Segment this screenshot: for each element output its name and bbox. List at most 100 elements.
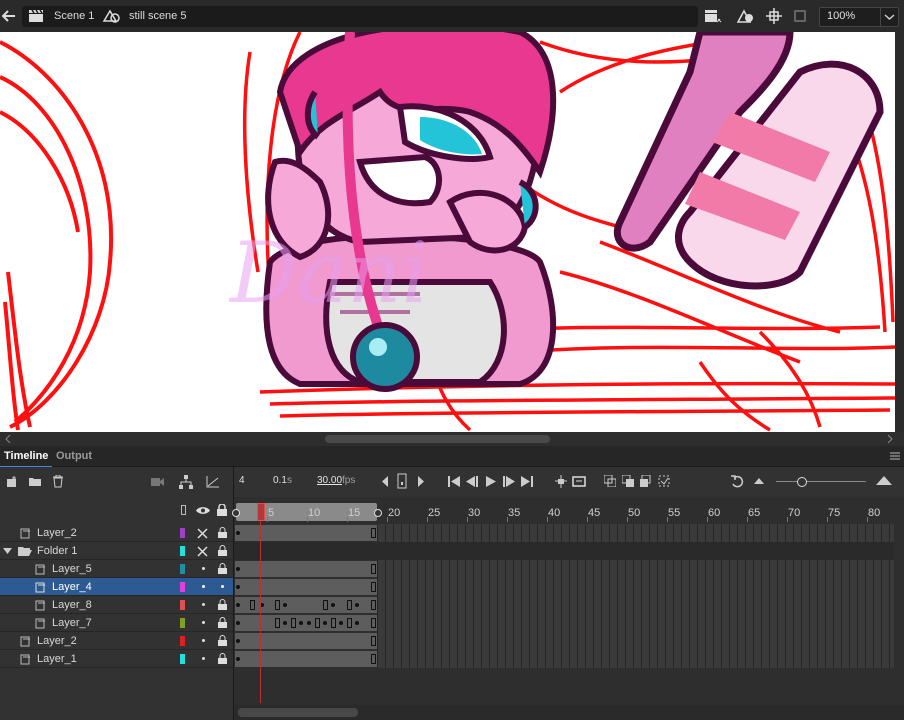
frame-span[interactable]	[235, 561, 377, 577]
layer-row[interactable]: Layer_8	[0, 596, 233, 614]
keyframe[interactable]	[323, 621, 327, 625]
visible-dot-icon[interactable]	[202, 657, 205, 660]
end-frame-marker[interactable]	[371, 600, 376, 610]
new-folder-icon[interactable]	[28, 476, 42, 487]
stage-horizontal-scrollbar[interactable]	[0, 432, 904, 446]
keyframe[interactable]	[355, 603, 359, 607]
layer-row[interactable]: Layer_2	[0, 632, 233, 650]
visible-dot-icon[interactable]	[202, 639, 205, 642]
highlight-layer-icon[interactable]	[181, 505, 186, 515]
playhead-line[interactable]	[260, 503, 261, 703]
center-frame-icon[interactable]	[555, 475, 567, 488]
frame-row[interactable]	[234, 578, 894, 596]
lock-icon[interactable]	[217, 504, 227, 516]
layer-color-swatch[interactable]	[180, 654, 185, 664]
keyframe[interactable]	[339, 621, 343, 625]
unlocked-dot-icon[interactable]	[221, 585, 224, 588]
layer-color-swatch[interactable]	[180, 528, 185, 538]
empty-frames[interactable]	[377, 632, 894, 650]
panel-menu-icon[interactable]	[890, 452, 900, 460]
keyframe[interactable]	[299, 621, 303, 625]
layer-color-swatch[interactable]	[180, 564, 185, 574]
clapperboard-icon[interactable]	[28, 9, 44, 23]
layer-name[interactable]: Layer_1	[37, 653, 77, 665]
frame-marker[interactable]	[347, 618, 352, 628]
frame-marker[interactable]	[315, 618, 320, 628]
layer-color-swatch[interactable]	[180, 636, 185, 646]
layer-color-swatch[interactable]	[180, 600, 185, 610]
onion-skin-icon[interactable]	[604, 475, 616, 487]
keyframe[interactable]	[236, 531, 240, 535]
layer-color-swatch[interactable]	[180, 582, 185, 592]
slider-handle[interactable]	[797, 477, 807, 487]
go-to-last-icon[interactable]	[521, 476, 533, 487]
layer-row[interactable]: Layer_1	[0, 650, 233, 668]
zoom-out-mountain-icon[interactable]	[754, 478, 764, 484]
eye-icon[interactable]	[196, 506, 210, 515]
frame-marker[interactable]	[347, 600, 352, 610]
playhead-handle[interactable]	[257, 503, 265, 521]
end-frame-marker[interactable]	[371, 582, 376, 592]
keyframe[interactable]	[236, 603, 240, 607]
timeline-scrollbar[interactable]	[234, 705, 904, 720]
empty-frames[interactable]	[377, 560, 894, 578]
scrollbar-thumb[interactable]	[325, 435, 550, 443]
end-frame-marker[interactable]	[371, 654, 376, 664]
layer-row-selected[interactable]: Layer_4	[0, 578, 233, 596]
zoom-in-mountain-icon[interactable]	[876, 476, 892, 485]
undo-icon[interactable]	[731, 475, 744, 488]
frame-marker[interactable]	[250, 600, 255, 610]
frame-marker[interactable]	[275, 600, 280, 610]
end-frame-marker[interactable]	[371, 528, 376, 538]
frame-row[interactable]	[234, 524, 894, 542]
back-arrow-icon[interactable]	[2, 10, 16, 22]
next-frame-icon[interactable]	[503, 476, 515, 487]
layer-row[interactable]: Layer_7	[0, 614, 233, 632]
layer-name[interactable]: Layer_8	[52, 599, 92, 611]
stage-canvas[interactable]: Dani	[0, 32, 895, 432]
end-frame-marker[interactable]	[371, 636, 376, 646]
chevron-down-icon[interactable]	[880, 8, 898, 26]
new-layer-icon[interactable]	[6, 476, 18, 488]
hidden-x-icon[interactable]	[197, 546, 208, 557]
keyframe[interactable]	[236, 567, 240, 571]
frame-span[interactable]	[235, 579, 377, 595]
current-frame[interactable]: 4	[239, 475, 245, 486]
step-back-icon[interactable]	[381, 476, 389, 487]
edit-multiple-frames-icon[interactable]	[640, 475, 652, 487]
frame-marker[interactable]	[291, 618, 296, 628]
lock-icon[interactable]	[218, 527, 227, 538]
keyframe[interactable]	[236, 639, 240, 643]
frame-marker[interactable]	[275, 618, 280, 628]
keyframe[interactable]	[283, 603, 287, 607]
insert-keyframe-icon[interactable]	[397, 473, 407, 489]
stage-vertical-scrollbar[interactable]	[895, 32, 904, 432]
symbol-shapes-icon[interactable]	[102, 9, 120, 23]
scrollbar-thumb[interactable]	[238, 708, 358, 717]
hidden-x-icon[interactable]	[197, 528, 208, 539]
frame-row[interactable]	[234, 650, 894, 668]
visible-dot-icon[interactable]	[202, 603, 205, 606]
layer-row[interactable]: Layer_2	[0, 524, 233, 542]
keyframe[interactable]	[355, 621, 359, 625]
keyframe[interactable]	[236, 621, 240, 625]
keyframe[interactable]	[236, 585, 240, 589]
layer-row[interactable]: Layer_5	[0, 560, 233, 578]
symbol-label[interactable]: still scene 5	[129, 10, 186, 22]
play-icon[interactable]	[486, 476, 496, 487]
layer-color-swatch[interactable]	[180, 618, 185, 628]
empty-frames[interactable]	[377, 614, 894, 632]
layer-color-swatch[interactable]	[180, 546, 185, 556]
folder-row[interactable]: Folder 1	[0, 542, 233, 560]
lock-icon[interactable]	[218, 545, 227, 556]
end-frame-marker[interactable]	[371, 618, 376, 628]
frame-size-slider[interactable]	[776, 477, 866, 487]
scroll-left-icon[interactable]	[4, 435, 12, 443]
tab-timeline[interactable]: Timeline	[0, 446, 53, 468]
lock-icon[interactable]	[218, 635, 227, 646]
empty-frames[interactable]	[377, 578, 894, 596]
frame-row[interactable]	[234, 596, 894, 614]
clip-content-icon[interactable]	[794, 10, 806, 22]
zoom-select[interactable]: 100%	[819, 7, 899, 27]
frame-span[interactable]	[235, 633, 377, 649]
